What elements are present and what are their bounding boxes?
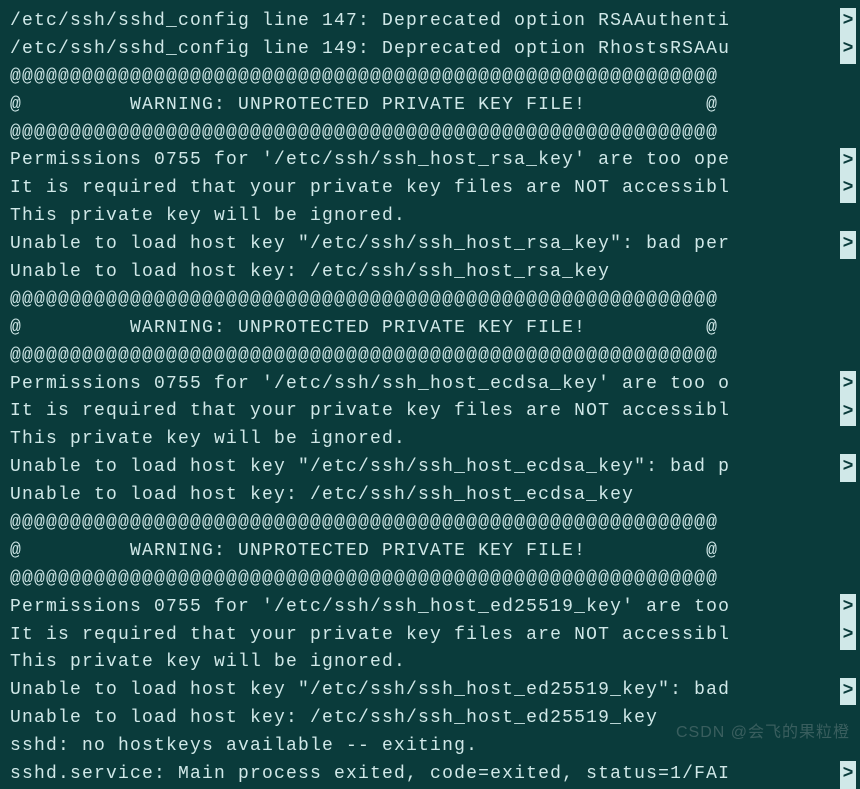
overflow-indicator: >: [840, 36, 856, 64]
terminal-line: Unable to load host key "/etc/ssh/ssh_ho…: [10, 454, 860, 482]
terminal-line: @@@@@@@@@@@@@@@@@@@@@@@@@@@@@@@@@@@@@@@@…: [10, 510, 860, 538]
overflow-indicator: >: [840, 678, 856, 706]
terminal-output: /etc/ssh/sshd_config line 147: Deprecate…: [10, 8, 860, 789]
overflow-indicator: >: [840, 231, 856, 259]
overflow-indicator: >: [840, 761, 856, 789]
terminal-line: @@@@@@@@@@@@@@@@@@@@@@@@@@@@@@@@@@@@@@@@…: [10, 120, 860, 148]
overflow-indicator: >: [840, 454, 856, 482]
terminal-line: @@@@@@@@@@@@@@@@@@@@@@@@@@@@@@@@@@@@@@@@…: [10, 287, 860, 315]
overflow-indicator: >: [840, 8, 856, 36]
overflow-indicator: >: [840, 399, 856, 427]
terminal-line: Permissions 0755 for '/etc/ssh/ssh_host_…: [10, 594, 860, 622]
terminal-line: @ WARNING: UNPROTECTED PRIVATE KEY FILE!…: [10, 92, 860, 120]
terminal-line: It is required that your private key fil…: [10, 398, 860, 426]
watermark-text: CSDN @会飞的果粒橙: [676, 721, 850, 746]
terminal-line: Unable to load host key "/etc/ssh/ssh_ho…: [10, 677, 860, 705]
overflow-indicator: >: [840, 622, 856, 650]
terminal-line: Unable to load host key: /etc/ssh/ssh_ho…: [10, 259, 860, 287]
overflow-indicator: >: [840, 371, 856, 399]
terminal-line: Unable to load host key: /etc/ssh/ssh_ho…: [10, 482, 860, 510]
terminal-line: @@@@@@@@@@@@@@@@@@@@@@@@@@@@@@@@@@@@@@@@…: [10, 343, 860, 371]
overflow-indicator: >: [840, 148, 856, 176]
terminal-line: Unable to load host key "/etc/ssh/ssh_ho…: [10, 231, 860, 259]
terminal-line: sshd.service: Main process exited, code=…: [10, 761, 860, 789]
terminal-line: It is required that your private key fil…: [10, 622, 860, 650]
terminal-line: @ WARNING: UNPROTECTED PRIVATE KEY FILE!…: [10, 538, 860, 566]
terminal-line: This private key will be ignored.: [10, 203, 860, 231]
terminal-line: @ WARNING: UNPROTECTED PRIVATE KEY FILE!…: [10, 315, 860, 343]
overflow-indicator: >: [840, 594, 856, 622]
terminal-line: This private key will be ignored.: [10, 649, 860, 677]
terminal-line: Permissions 0755 for '/etc/ssh/ssh_host_…: [10, 147, 860, 175]
terminal-line: /etc/ssh/sshd_config line 147: Deprecate…: [10, 8, 860, 36]
terminal-line: /etc/ssh/sshd_config line 149: Deprecate…: [10, 36, 860, 64]
terminal-line: Permissions 0755 for '/etc/ssh/ssh_host_…: [10, 371, 860, 399]
terminal-line: @@@@@@@@@@@@@@@@@@@@@@@@@@@@@@@@@@@@@@@@…: [10, 566, 860, 594]
overflow-indicator: >: [840, 175, 856, 203]
terminal-line: This private key will be ignored.: [10, 426, 860, 454]
terminal-line: It is required that your private key fil…: [10, 175, 860, 203]
terminal-line: @@@@@@@@@@@@@@@@@@@@@@@@@@@@@@@@@@@@@@@@…: [10, 64, 860, 92]
